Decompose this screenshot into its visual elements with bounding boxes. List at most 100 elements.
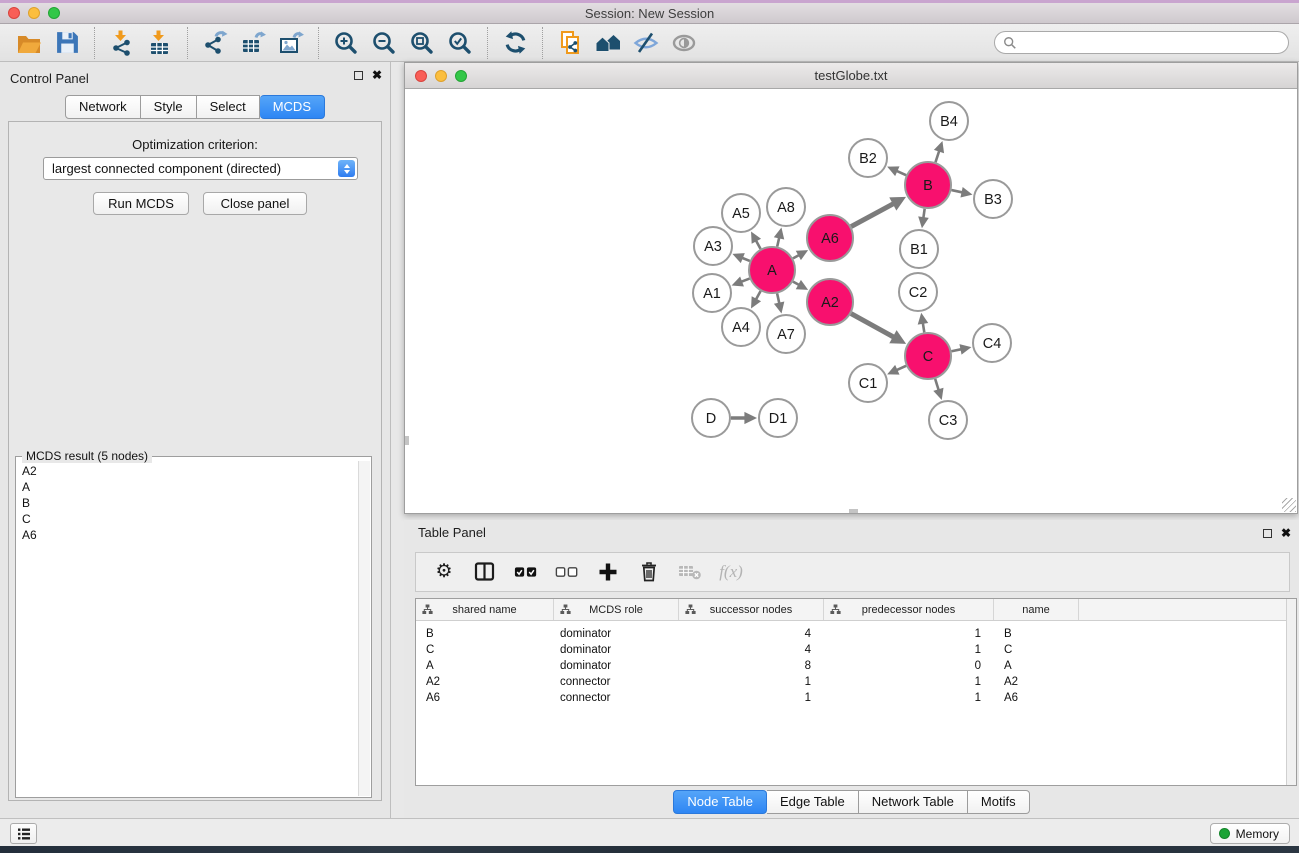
graph-node-A2[interactable]: A2: [807, 279, 853, 325]
tab-edge-table[interactable]: Edge Table: [767, 790, 859, 814]
list-item[interactable]: A: [18, 479, 357, 495]
close-panel-icon[interactable]: ✖: [372, 70, 382, 81]
graph-node-C3[interactable]: C3: [929, 401, 967, 439]
column-header-mcds-role[interactable]: MCDS role: [554, 599, 679, 620]
graph-edge-A-A6[interactable]: [793, 255, 799, 258]
import-network-button[interactable]: [103, 27, 141, 59]
graph-edge-A-A5[interactable]: [756, 240, 761, 249]
graph-node-A3[interactable]: A3: [694, 227, 732, 265]
table-row[interactable]: A dominator 8 0 A: [416, 658, 1296, 674]
graph-node-C4[interactable]: C4: [973, 324, 1011, 362]
create-column-plus-icon[interactable]: [596, 560, 620, 584]
list-item[interactable]: A6: [18, 527, 357, 543]
table-settings-gear-icon[interactable]: ⚙: [432, 560, 456, 584]
tab-mcds[interactable]: MCDS: [260, 95, 325, 119]
graph-edge-A-A1[interactable]: [741, 279, 749, 282]
graph-edge-A-A3[interactable]: [742, 258, 750, 261]
graph-edge-B-B2[interactable]: [896, 171, 906, 175]
graph-node-B4[interactable]: B4: [930, 102, 968, 140]
highlight-button[interactable]: [665, 27, 703, 59]
graph-node-D[interactable]: D: [692, 399, 730, 437]
clone-network-button[interactable]: [551, 27, 589, 59]
graph-edge-A2-C[interactable]: [851, 314, 894, 338]
column-header-name[interactable]: name: [994, 599, 1079, 620]
graph-edge-C-C2[interactable]: [923, 323, 924, 333]
save-session-button[interactable]: [48, 27, 86, 59]
graph-node-A6[interactable]: A6: [807, 215, 853, 261]
close-panel-button[interactable]: Close panel: [203, 192, 307, 215]
graph-node-A8[interactable]: A8: [767, 188, 805, 226]
zoom-in-button[interactable]: [327, 27, 365, 59]
column-header-predecessor-nodes[interactable]: predecessor nodes: [824, 599, 994, 620]
graph-edge-C-C3[interactable]: [935, 379, 939, 390]
graph-edge-C-C1[interactable]: [896, 366, 906, 370]
float-panel-icon[interactable]: [1263, 529, 1272, 538]
tab-style[interactable]: Style: [141, 95, 197, 119]
table-scrollbar[interactable]: [1286, 599, 1296, 785]
apply-layout-button[interactable]: [496, 27, 534, 59]
graph-edge-A-A7[interactable]: [777, 293, 779, 303]
graph-node-B[interactable]: B: [905, 162, 951, 208]
graph-node-C[interactable]: C: [905, 333, 951, 379]
graph-edge-A6-B[interactable]: [851, 204, 894, 227]
zoom-out-button[interactable]: [365, 27, 403, 59]
unselect-all-icon[interactable]: [555, 560, 579, 584]
graph-edge-B-B1[interactable]: [923, 209, 924, 218]
zoom-selected-button[interactable]: [441, 27, 479, 59]
tab-select[interactable]: Select: [197, 95, 260, 119]
memory-button[interactable]: Memory: [1210, 823, 1290, 844]
float-panel-icon[interactable]: [354, 71, 363, 80]
graph-node-B2[interactable]: B2: [849, 139, 887, 177]
table-row[interactable]: B dominator 4 1 B: [416, 626, 1296, 642]
list-scrollbar[interactable]: [358, 461, 370, 796]
tab-node-table[interactable]: Node Table: [673, 790, 767, 814]
select-all-icon[interactable]: [514, 560, 538, 584]
graph-node-C2[interactable]: C2: [899, 273, 937, 311]
search-input[interactable]: [1017, 34, 1288, 52]
table-row[interactable]: A2 connector 1 1 A2: [416, 674, 1296, 690]
graph-edge-A-A4[interactable]: [756, 291, 761, 300]
tab-network[interactable]: Network: [65, 95, 141, 119]
network-canvas[interactable]: B4 B2 B B3 A8A5 A6 A3 B1 A C2 A1 A2 A4A7 C4 C C1 D D1 C3: [405, 89, 1297, 513]
graph-node-A5[interactable]: A5: [722, 194, 760, 232]
graph-edge-B-B3[interactable]: [951, 190, 962, 192]
graphics-details-button[interactable]: [627, 27, 665, 59]
graph-node-C1[interactable]: C1: [849, 364, 887, 402]
delete-table-icon[interactable]: [678, 560, 702, 584]
graph-node-A1[interactable]: A1: [693, 274, 731, 312]
column-header-successor-nodes[interactable]: successor nodes: [679, 599, 824, 620]
export-network-button[interactable]: [196, 27, 234, 59]
tab-network-table[interactable]: Network Table: [859, 790, 968, 814]
close-panel-icon[interactable]: ✖: [1281, 528, 1291, 539]
open-session-button[interactable]: [10, 27, 48, 59]
graph-node-D1[interactable]: D1: [759, 399, 797, 437]
import-table-button[interactable]: [141, 27, 179, 59]
graph-node-B3[interactable]: B3: [974, 180, 1012, 218]
export-table-button[interactable]: [234, 27, 272, 59]
show-all-networks-button[interactable]: [589, 27, 627, 59]
run-mcds-button[interactable]: Run MCDS: [93, 192, 189, 215]
graph-node-B1[interactable]: B1: [900, 230, 938, 268]
function-builder-icon[interactable]: f(x): [719, 560, 743, 584]
list-item[interactable]: B: [18, 495, 357, 511]
graph-edge-A-A2[interactable]: [793, 282, 799, 285]
list-item[interactable]: C: [18, 511, 357, 527]
graph-edge-A-A8[interactable]: [777, 237, 779, 246]
criterion-select[interactable]: largest connected component (directed): [43, 157, 358, 180]
show-columns-icon[interactable]: [473, 560, 497, 584]
export-image-button[interactable]: [272, 27, 310, 59]
graph-edge-B-B4[interactable]: [935, 151, 939, 163]
graph-node-A7[interactable]: A7: [767, 315, 805, 353]
column-header-shared-name[interactable]: shared name: [416, 599, 554, 620]
list-item[interactable]: A2: [18, 463, 357, 479]
fit-content-button[interactable]: [403, 27, 441, 59]
tab-motifs[interactable]: Motifs: [968, 790, 1030, 814]
graph-node-A4[interactable]: A4: [722, 308, 760, 346]
table-row[interactable]: C dominator 4 1 C: [416, 642, 1296, 658]
task-history-button[interactable]: [10, 823, 37, 844]
mcds-result-list[interactable]: A2 A B C A6: [18, 463, 357, 795]
graph-node-A[interactable]: A: [749, 247, 795, 293]
table-row[interactable]: A6 connector 1 1 A6: [416, 690, 1296, 706]
graph-edge-C-C4[interactable]: [952, 349, 962, 351]
resize-grip[interactable]: [1282, 498, 1296, 512]
